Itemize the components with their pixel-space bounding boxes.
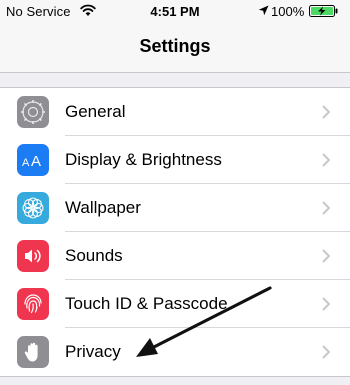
chevron-right-icon bbox=[322, 297, 330, 311]
svg-text:A: A bbox=[31, 153, 41, 170]
top-bar: No Service 4:51 PM 100% Settings bbox=[0, 0, 350, 73]
settings-row-label: Touch ID & Passcode bbox=[65, 294, 228, 313]
status-bar: No Service 4:51 PM 100% bbox=[0, 0, 350, 22]
battery-charging-icon bbox=[309, 5, 338, 17]
settings-screen: No Service 4:51 PM 100% Settings General… bbox=[0, 0, 350, 385]
chevron-right-icon bbox=[322, 105, 330, 119]
gear-icon bbox=[17, 96, 49, 128]
settings-row-label: Sounds bbox=[65, 246, 123, 265]
settings-row-privacy[interactable]: Privacy bbox=[0, 328, 350, 376]
chevron-right-icon bbox=[322, 201, 330, 215]
location-arrow-icon bbox=[258, 5, 269, 16]
hand-icon bbox=[17, 336, 49, 368]
speaker-icon bbox=[17, 240, 49, 272]
settings-row-label: General bbox=[65, 102, 126, 121]
settings-row-sounds[interactable]: Sounds bbox=[0, 232, 350, 280]
settings-list: General A A Display & Brightness Wallpap… bbox=[0, 87, 350, 377]
chevron-right-icon bbox=[322, 345, 330, 359]
svg-text:A: A bbox=[22, 157, 30, 169]
battery-percentage: 100% bbox=[271, 4, 305, 19]
settings-row-touch-id-passcode[interactable]: Touch ID & Passcode bbox=[0, 280, 350, 328]
settings-row-label: Wallpaper bbox=[65, 198, 141, 217]
text-size-icon: A A bbox=[17, 144, 49, 176]
settings-row-wallpaper[interactable]: Wallpaper bbox=[0, 184, 350, 232]
chevron-right-icon bbox=[322, 249, 330, 263]
flower-icon bbox=[17, 192, 49, 224]
page-title: Settings bbox=[139, 36, 211, 56]
settings-row-label: Display & Brightness bbox=[65, 150, 222, 169]
chevron-right-icon bbox=[322, 153, 330, 167]
settings-row-label: Privacy bbox=[65, 342, 121, 361]
settings-row-general[interactable]: General bbox=[0, 88, 350, 136]
settings-row-display-brightness[interactable]: A A Display & Brightness bbox=[0, 136, 350, 184]
fingerprint-icon bbox=[17, 288, 49, 320]
